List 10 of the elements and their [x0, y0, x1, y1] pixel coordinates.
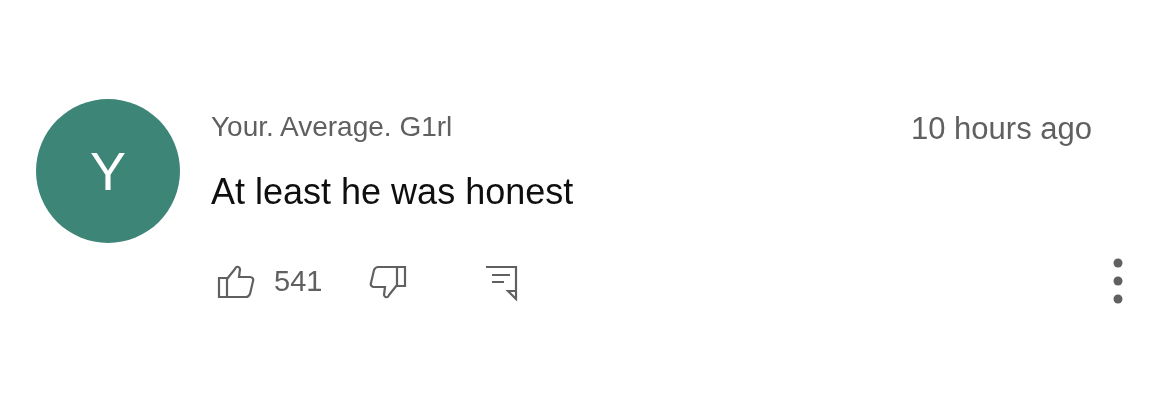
like-count: 541 — [274, 266, 323, 296]
thumbs-up-icon[interactable] — [217, 263, 255, 299]
more-options-icon[interactable] — [1113, 258, 1123, 304]
avatar-letter: Y — [90, 144, 126, 198]
thumbs-down-icon[interactable] — [369, 265, 408, 301]
reply-icon[interactable] — [484, 265, 519, 301]
avatar[interactable]: Y — [36, 99, 180, 243]
comment-time: 10 hours ago — [911, 113, 1092, 144]
comment-text: At least he was honest — [211, 174, 575, 210]
comment-author[interactable]: Your. Average. G1rl — [211, 113, 453, 141]
